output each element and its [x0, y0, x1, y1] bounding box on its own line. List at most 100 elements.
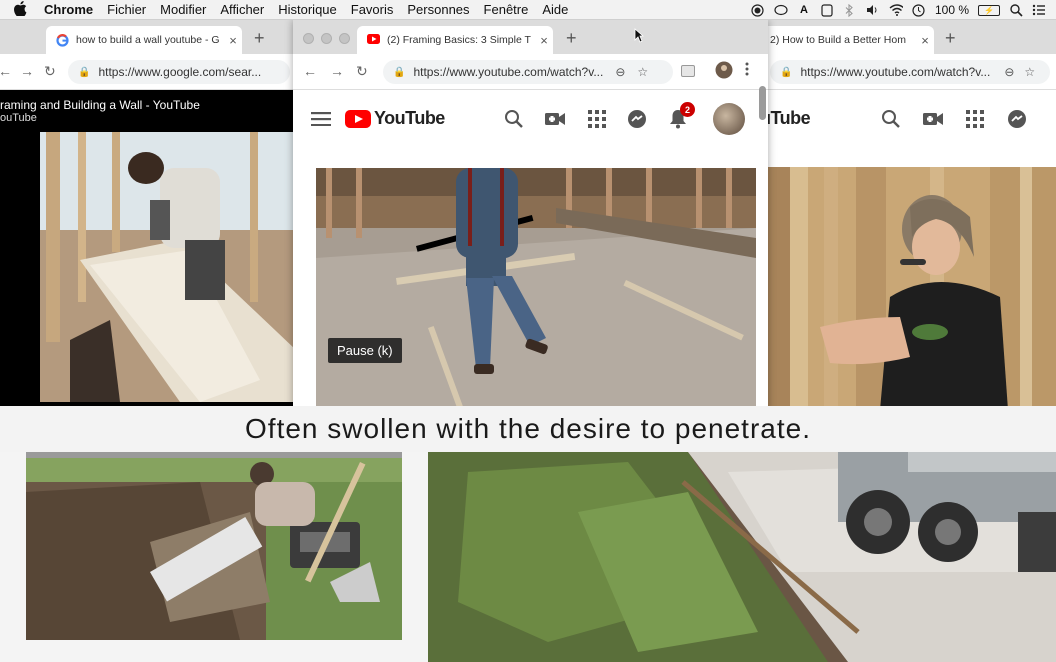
- notification-center-icon[interactable]: [1032, 3, 1046, 17]
- menu-fichier[interactable]: Fichier: [107, 2, 146, 17]
- apple-icon[interactable]: [14, 0, 36, 19]
- zoom-icon[interactable]: ⊖: [615, 65, 625, 79]
- center-video-frame: [316, 168, 756, 412]
- spotlight-search-icon[interactable]: [1009, 3, 1023, 17]
- left-video-player[interactable]: raming and Building a Wall - YouTube ouT…: [0, 90, 296, 410]
- apps-grid-icon[interactable]: [586, 108, 608, 130]
- right-browser-window: 2) How to Build a Better Hom × + 🔒 https…: [760, 20, 1056, 410]
- center-video-player[interactable]: Pause (k): [316, 168, 756, 412]
- account-avatar[interactable]: [713, 103, 745, 135]
- center-toolbar: ← → ↻ 🔒 https://www.youtube.com/watch?v.…: [293, 54, 768, 90]
- menu-fenetre[interactable]: Fenêtre: [484, 2, 529, 17]
- lock-icon: 🔒: [78, 66, 91, 78]
- hamburger-menu-icon[interactable]: [310, 108, 332, 130]
- address-bar[interactable]: 🔒 https://www.youtube.com/watch?v... ⊖ ☆: [770, 60, 1050, 84]
- messages-icon[interactable]: [1006, 108, 1028, 130]
- menu-favoris[interactable]: Favoris: [351, 2, 394, 17]
- google-icon: [56, 33, 69, 47]
- bottom-right-video[interactable]: [428, 452, 1056, 662]
- page-scrollbar-thumb[interactable]: [759, 86, 766, 120]
- bottom-right-frame: [428, 452, 1056, 662]
- bell-icon[interactable]: 2: [667, 102, 695, 130]
- tab-framing-basics[interactable]: (2) Framing Basics: 3 Simple T ×: [357, 26, 553, 54]
- extension-icon[interactable]: [681, 64, 695, 80]
- forward-button[interactable]: →: [330, 63, 344, 79]
- center-browser-window: (2) Framing Basics: 3 Simple T × + ← → ↻…: [293, 20, 768, 412]
- video-caption: Often swollen with the desire to penetra…: [0, 406, 1056, 452]
- tab-title: how to build a wall youtube - G: [76, 34, 220, 46]
- wifi-icon[interactable]: [889, 3, 903, 17]
- time-machine-icon[interactable]: [912, 3, 926, 17]
- url-text: https://www.google.com/sear...: [98, 65, 262, 79]
- new-tab-button[interactable]: +: [945, 28, 956, 49]
- menu-afficher[interactable]: Afficher: [220, 2, 264, 17]
- tab-google-search[interactable]: how to build a wall youtube - G ×: [46, 26, 242, 54]
- youtube-favicon-icon: [367, 33, 380, 47]
- adobe-icon[interactable]: A: [797, 3, 811, 17]
- record-icon[interactable]: [751, 3, 765, 17]
- address-bar[interactable]: 🔒 https://www.youtube.com/watch?v... ⊖ ☆: [383, 60, 673, 84]
- creative-cloud-icon[interactable]: [774, 3, 788, 17]
- bottom-left-video[interactable]: [0, 452, 428, 662]
- back-button[interactable]: ←: [303, 63, 317, 79]
- url-text: https://www.youtube.com/watch?v...: [800, 65, 991, 79]
- forward-button[interactable]: →: [20, 63, 34, 79]
- right-youtube-header: uTube: [760, 90, 1056, 146]
- reload-button[interactable]: ↻: [356, 63, 368, 80]
- menu-aide[interactable]: Aide: [542, 2, 568, 17]
- close-tab-icon[interactable]: ×: [916, 33, 934, 48]
- back-button[interactable]: ←: [0, 63, 12, 79]
- close-tab-icon[interactable]: ×: [535, 33, 553, 48]
- close-tab-icon[interactable]: ×: [224, 33, 242, 48]
- maximize-window-button[interactable]: [339, 33, 350, 44]
- lock-icon: 🔒: [780, 66, 793, 78]
- menu-app-chrome[interactable]: Chrome: [44, 2, 93, 17]
- address-bar[interactable]: 🔒 https://www.google.com/sear...: [68, 60, 290, 84]
- messages-icon[interactable]: [626, 108, 648, 130]
- left-browser-window: how to build a wall youtube - G × + ← → …: [0, 20, 296, 410]
- center-tab-bar: (2) Framing Basics: 3 Simple T × +: [293, 20, 768, 54]
- tab-title: 2) How to Build a Better Hom: [770, 34, 906, 46]
- new-tab-button[interactable]: +: [566, 28, 577, 49]
- tab-build-better-home[interactable]: 2) How to Build a Better Hom ×: [760, 26, 934, 54]
- screen: Chrome Fichier Modifier Afficher Histori…: [0, 0, 1056, 662]
- video-camera-icon[interactable]: [544, 108, 566, 130]
- bottom-left-frame: [0, 452, 428, 662]
- notification-badge: 2: [680, 102, 695, 117]
- new-tab-button[interactable]: +: [254, 28, 265, 49]
- bluetooth-icon[interactable]: [843, 3, 857, 17]
- video-title[interactable]: raming and Building a Wall - YouTube: [0, 98, 200, 112]
- bookmark-star-icon[interactable]: ☆: [1024, 65, 1035, 79]
- battery-percent: 100 %: [934, 3, 969, 17]
- zoom-icon[interactable]: ⊖: [1004, 65, 1014, 79]
- minimize-window-button[interactable]: [321, 33, 332, 44]
- lock-icon: 🔒: [393, 66, 406, 78]
- volume-icon[interactable]: [866, 3, 880, 17]
- menu-personnes[interactable]: Personnes: [407, 2, 469, 17]
- reload-button[interactable]: ↻: [44, 63, 56, 80]
- evernote-icon[interactable]: [820, 3, 834, 17]
- macos-menu-bar: Chrome Fichier Modifier Afficher Histori…: [0, 0, 1056, 20]
- apps-grid-icon[interactable]: [964, 108, 986, 130]
- left-toolbar: ← → ↻ 🔒 https://www.google.com/sear...: [0, 54, 296, 90]
- right-toolbar: 🔒 https://www.youtube.com/watch?v... ⊖ ☆: [760, 54, 1056, 90]
- video-camera-icon[interactable]: [922, 108, 944, 130]
- pause-tooltip: Pause (k): [328, 338, 402, 363]
- chrome-menu-icon[interactable]: [745, 62, 749, 79]
- search-icon[interactable]: [880, 108, 902, 130]
- bookmark-star-icon[interactable]: ☆: [637, 65, 648, 79]
- mouse-cursor-icon: [634, 28, 644, 43]
- youtube-wordmark: YouTube: [374, 108, 445, 128]
- youtube-logo[interactable]: YouTube: [345, 108, 445, 129]
- video-channel[interactable]: ouTube: [0, 112, 37, 124]
- search-icon[interactable]: [503, 108, 525, 130]
- url-text: https://www.youtube.com/watch?v...: [413, 65, 604, 79]
- profile-icon[interactable]: [715, 61, 733, 82]
- close-window-button[interactable]: [303, 33, 314, 44]
- menu-modifier[interactable]: Modifier: [160, 2, 206, 17]
- center-youtube-header: YouTube 2: [293, 86, 768, 146]
- right-video-player[interactable]: [760, 167, 1056, 410]
- window-controls: [303, 33, 350, 44]
- battery-icon[interactable]: ⚡: [978, 4, 1000, 16]
- menu-historique[interactable]: Historique: [278, 2, 337, 17]
